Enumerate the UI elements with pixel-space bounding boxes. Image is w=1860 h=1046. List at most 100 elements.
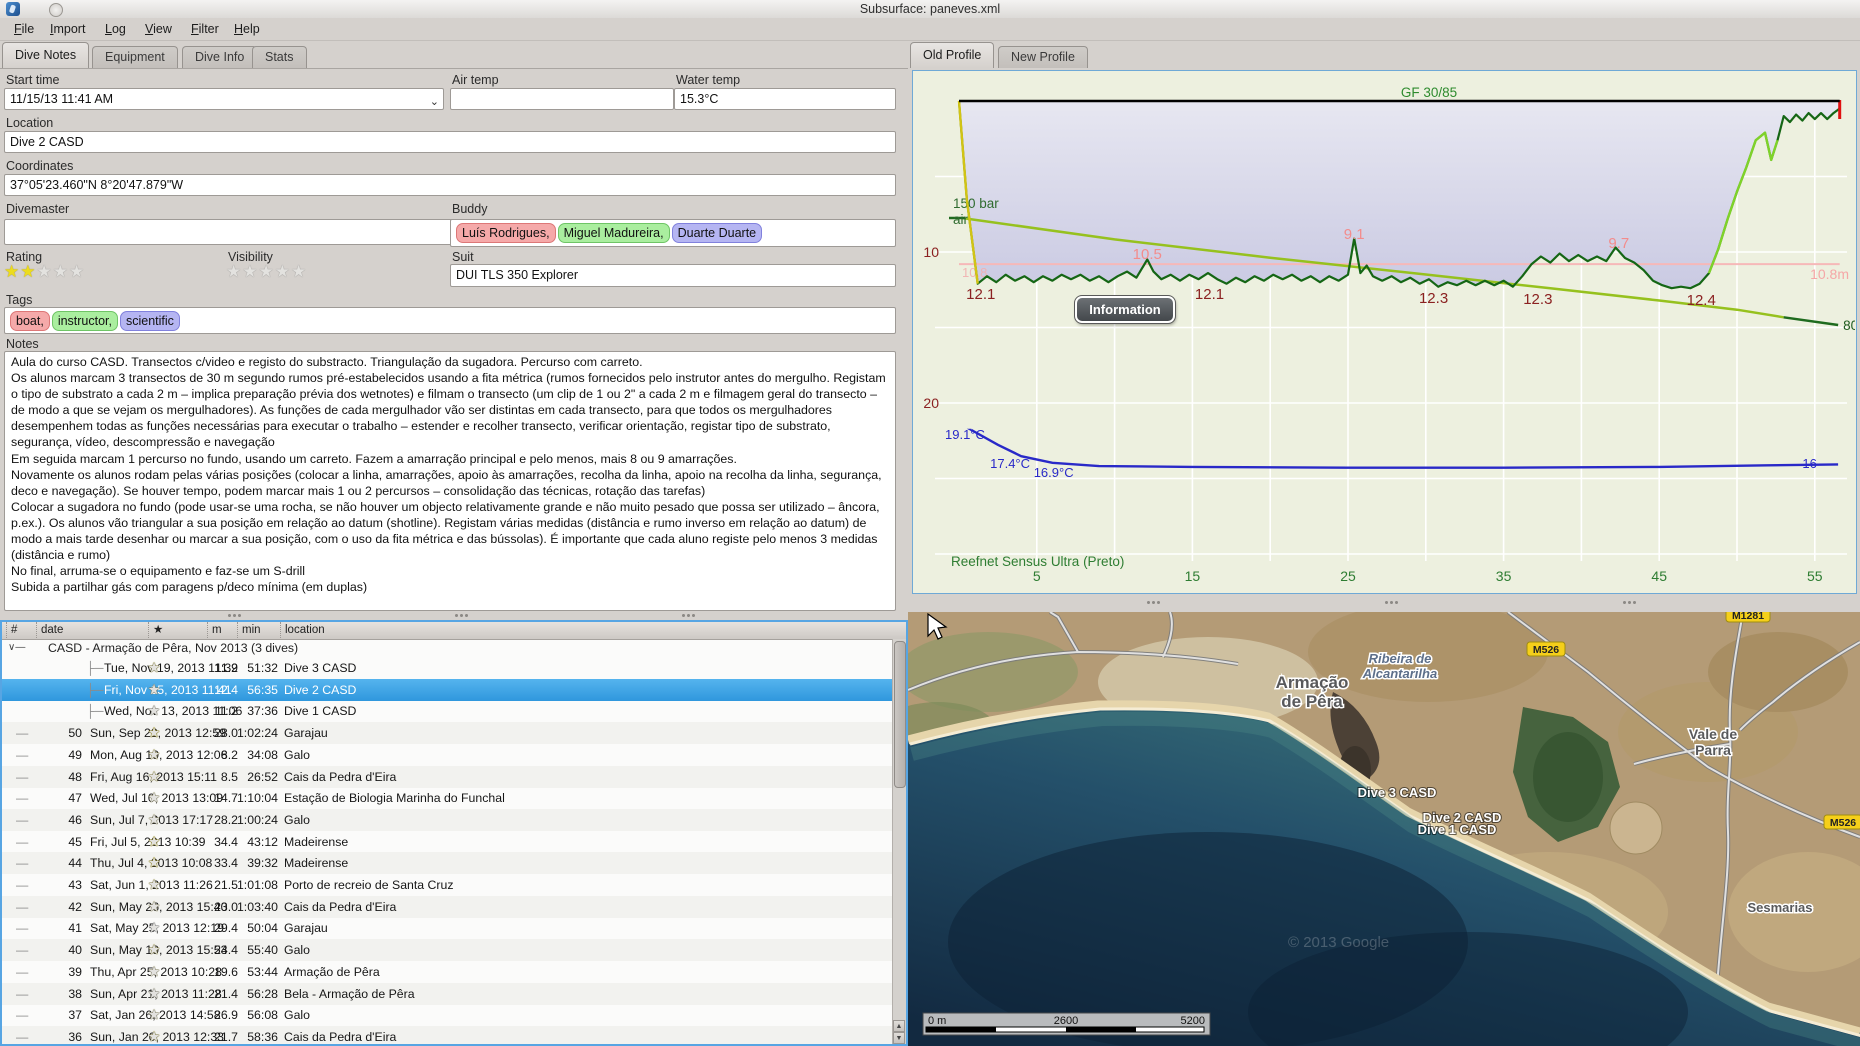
column-header-5[interactable]: location xyxy=(280,622,325,638)
table-row[interactable]: —45 Fri, Jul 5, 2013 10:39 ★ ★ ★ ★ ★ 34.4 43:12 M… xyxy=(2,831,906,853)
collapse-arrow-icon[interactable]: ∨— xyxy=(8,639,25,657)
table-row[interactable]: —37 Sat, Jan 26, 2013 14:58 ★ ★ ★ ★ ★ 26.9 56:08… xyxy=(2,1004,906,1026)
star-icon: ★ xyxy=(148,877,161,892)
tab-stats[interactable]: Stats xyxy=(252,46,307,68)
table-row[interactable]: —42 Sun, May 26, 2013 15:40 ★ ★ ★ ★ ★ 23.0 1:03:… xyxy=(2,895,906,918)
star-icon: ★ xyxy=(148,920,161,936)
tag-chip[interactable]: Duarte Duarte xyxy=(671,223,763,243)
table-row[interactable]: —50 Sun, Sep 22, 2013 12:59 ★ ★ ★ ★ ★ 28.0 1:02:… xyxy=(2,722,906,745)
dive-location: Bela - Armação de Pêra xyxy=(284,986,415,1001)
tag-chip[interactable]: boat, xyxy=(10,311,50,331)
scroll-up-icon[interactable]: ▲ xyxy=(893,1020,905,1032)
column-header-4[interactable]: min xyxy=(237,622,282,638)
svg-text:19.1°C: 19.1°C xyxy=(945,427,985,442)
tab-old-profile[interactable]: Old Profile xyxy=(910,42,995,68)
tree-line: — xyxy=(16,878,29,892)
water-temp-field[interactable]: 15.3°C xyxy=(674,88,896,110)
tree-line: — xyxy=(16,1029,29,1044)
chevron-down-icon[interactable]: ⌄ xyxy=(430,92,439,109)
table-row[interactable]: —43 Sat, Jun 1, 2013 11:26 ★ ★ ★ ★ ★ 21.5 1:01:0… xyxy=(2,874,906,896)
location-field[interactable]: Dive 2 CASD xyxy=(4,131,896,153)
tree-line: ├─ xyxy=(86,704,104,719)
window-button-icon[interactable] xyxy=(49,3,63,17)
dive-site-map[interactable]: © 2013 Google Armação de Pêra Ribeira de Alc… xyxy=(908,612,1860,1046)
tab-new-profile[interactable]: New Profile xyxy=(998,46,1088,68)
tags-field[interactable]: boat, instructor, scientific xyxy=(4,307,896,334)
star-icon: ★ xyxy=(69,262,86,281)
table-row[interactable]: —41 Sat, May 25, 2013 12:19 ★ ★ ★ ★ ★ 29.4 50:04… xyxy=(2,917,906,939)
svg-text:10.5: 10.5 xyxy=(1133,246,1162,263)
start-time-combobox[interactable]: 11/15/13 11:41 AM ⌄ xyxy=(4,88,444,110)
group-label: CASD - Armação de Pêra, Nov 2013 (3 dive… xyxy=(48,641,299,655)
table-row[interactable]: ├─ Fri, Nov 15, 2013 11:41 ★ ★ ★ ★ ★ 12.4 56:35 D… xyxy=(2,678,906,701)
suit-field[interactable]: DUI TLS 350 Explorer xyxy=(450,264,896,287)
divemaster-field[interactable] xyxy=(4,219,456,245)
table-row[interactable]: ├─ Wed, Nov 13, 2013 11:06 ★ ★ ★ ★ ★ 11.2 37:36 D… xyxy=(2,700,906,722)
dive-location: Galo xyxy=(284,1008,310,1023)
dive-number: 38 xyxy=(68,986,82,1001)
map-place-label: de Pêra xyxy=(1281,692,1343,711)
table-row[interactable]: —48 Fri, Aug 16, 2013 15:11 ★ ★ ★ ★ ★ 8.5 26:52 C… xyxy=(2,765,906,788)
buddy-field[interactable]: Luís Rodrigues, Miguel Madureira, Duarte D… xyxy=(450,219,896,247)
notes-textarea[interactable]: Aula do curso CASD. Transectos c/video e… xyxy=(4,351,896,611)
dive-number: 49 xyxy=(68,747,82,762)
star-icon: ★ xyxy=(242,262,259,281)
menu-item-import[interactable]: Import xyxy=(44,18,91,40)
svg-text:2600: 2600 xyxy=(1054,1015,1078,1027)
tab-equipment[interactable]: Equipment xyxy=(92,46,178,68)
dive-location: Galo xyxy=(284,943,310,958)
map-place-label: Armação xyxy=(1276,673,1349,692)
coordinates-field[interactable]: 37°05'23.460"N 8°20'47.879"W xyxy=(4,174,896,196)
window-title-bar[interactable]: Subsurface: paneves.xml xyxy=(0,0,1860,19)
menu-item-view[interactable]: View xyxy=(139,18,178,40)
table-row[interactable]: —49 Mon, Aug 19, 2013 12:06 ★ ★ ★ ★ ★ 8.2 34:08 G… xyxy=(2,744,906,766)
visibility-stars[interactable]: ★★★★★ xyxy=(226,262,307,282)
water-temp-value: 15.3°C xyxy=(680,92,719,106)
horizontal-splitter-left[interactable] xyxy=(0,612,908,620)
table-row[interactable]: —47 Wed, Jul 10, 2013 13:09 ★ ★ ★ ★ ★ 14.7 1:10:… xyxy=(2,787,906,809)
table-row[interactable]: —44 Thu, Jul 4, 2013 10:08 ★ ★ ★ ★ ★ 33.4 39:32 M… xyxy=(2,852,906,875)
table-row[interactable]: ├─ Tue, Nov 19, 2013 11:39 ★ ★ ★ ★ ★ 11.2 51:32 D… xyxy=(2,657,906,679)
menu-item-help[interactable]: Help xyxy=(228,18,266,40)
tree-line: — xyxy=(16,791,29,806)
tree-line: — xyxy=(16,834,29,849)
profile-plot: 10.8 10.8m150 barair8019.1°C17.4°C16.9°C1… xyxy=(913,71,1858,592)
table-row[interactable]: —40 Sun, May 19, 2013 15:53 ★ ★ ★ ★ ★ 24.4 55:40… xyxy=(2,939,906,962)
dive-location: Armação de Pêra xyxy=(284,964,380,979)
dive-location: Galo xyxy=(284,747,310,762)
menu-item-file[interactable]: File xyxy=(8,18,40,40)
tag-chip[interactable]: Miguel Madureira, xyxy=(557,223,670,243)
star-icon: ★ xyxy=(148,1007,161,1023)
dive-profile-chart: 10.8 10.8m 150 bar air 80 19.1°C 17.4°C 16.9°C 1… xyxy=(912,70,1858,594)
table-row[interactable]: —38 Sun, Apr 21, 2013 11:28 ★ ★ ★ ★ ★ 21.4 56:28… xyxy=(2,982,906,1005)
dive-duration: 56:35 xyxy=(247,682,278,697)
rating-stars[interactable]: ★★★★★ xyxy=(4,262,85,282)
map-canvas[interactable]: © 2013 Google Armaçãode Pêra Ribeira deAlc… xyxy=(908,612,1860,1046)
star-icon: ★ xyxy=(148,768,161,784)
scroll-down-icon[interactable]: ▼ xyxy=(893,1032,905,1044)
horizontal-splitter-right[interactable] xyxy=(908,594,1860,612)
column-header-2[interactable]: ★ xyxy=(148,622,193,638)
divemaster-label: Divemaster xyxy=(6,202,70,216)
table-row[interactable]: —39 Thu, Apr 25, 2013 10:28 ★ ★ ★ ★ ★ 19.6 53:44… xyxy=(2,961,906,983)
scrollbar-thumb[interactable] xyxy=(894,641,906,788)
air-temp-field[interactable] xyxy=(450,88,674,110)
dive-location: Porto de recreio de Santa Cruz xyxy=(284,878,454,892)
menu-item-log[interactable]: Log xyxy=(99,18,132,40)
table-row[interactable]: —46 Sun, Jul 7, 2013 17:17 ★ ★ ★ ★ ★ 28.2 1:00:2… xyxy=(2,808,906,831)
suit-label: Suit xyxy=(452,250,474,264)
tag-chip[interactable]: instructor, xyxy=(51,311,118,331)
dive-duration: 50:04 xyxy=(247,921,278,936)
svg-text:12.1: 12.1 xyxy=(1195,286,1224,303)
tab-dive-notes[interactable]: Dive Notes xyxy=(2,42,90,68)
dive-list-scrollbar[interactable]: ▲ ▼ xyxy=(892,639,906,1044)
column-header-1[interactable]: date xyxy=(36,622,81,638)
dive-trip-group-row[interactable]: ∨— CASD - Armação de Pêra, Nov 2013 (3 di… xyxy=(2,639,906,657)
tag-chip[interactable]: scientific xyxy=(120,311,180,331)
tag-chip[interactable]: Luís Rodrigues, xyxy=(456,223,556,243)
table-row[interactable]: —36 Sun, Jan 20, 2013 12:33 ★ ★ ★ ★ ★ 21.7 58:36… xyxy=(2,1025,906,1044)
notes-text: Aula do curso CASD. Transectos c/video e… xyxy=(11,355,886,595)
menu-item-filter[interactable]: Filter xyxy=(185,18,225,40)
tree-line: — xyxy=(16,747,29,762)
tab-dive-info[interactable]: Dive Info xyxy=(182,46,258,68)
